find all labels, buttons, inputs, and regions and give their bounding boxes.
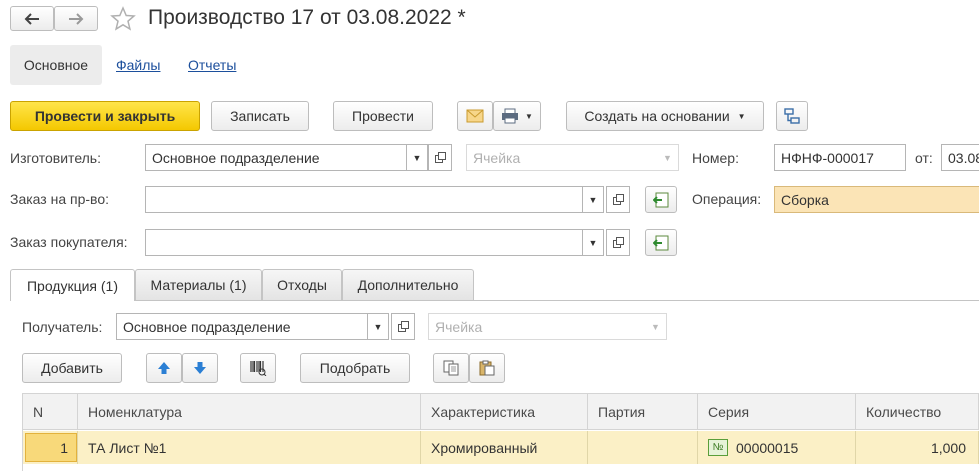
recipient-cell-field: Ячейка [428,313,646,340]
customer-order-field[interactable] [145,229,583,256]
tab-panel-border [10,300,979,301]
recipient-dropdown[interactable]: ▼ [367,313,389,340]
copy-icon [443,360,459,376]
cell-field: Ячейка [466,144,658,171]
series-value: 00000015 [736,439,799,456]
table-row-cell-nomenclature[interactable]: ТА Лист №1 [78,431,421,464]
manufacturer-field[interactable]: Основное подразделение [145,144,407,171]
table-row-cell-n[interactable]: 1 [23,431,78,464]
envelope-icon [466,109,484,123]
chevron-down-icon: ▼ [525,111,533,121]
post-and-close-button[interactable]: Провести и закрыть [10,101,200,131]
barcode-icon [250,361,267,376]
operation-field[interactable]: Сборка [774,186,979,213]
manufacturer-open-button[interactable] [428,144,452,171]
post-button[interactable]: Провести [333,101,433,131]
recipient-label: Получатель: [22,319,103,335]
print-button[interactable]: ▼ [493,101,541,131]
structure-icon [784,108,800,124]
page-title: Производство 17 от 03.08.2022 * [148,6,466,29]
fill-from-order-button[interactable] [645,186,677,213]
cell-dropdown: ▼ [657,144,679,171]
table-row-cell-quantity[interactable]: 1,000 [856,431,979,464]
open-form-icon [397,321,409,332]
back-button[interactable] [10,6,54,31]
nav-tab-files[interactable]: Файлы [116,57,160,73]
fill-from-icon [653,192,669,207]
tab-products[interactable]: Продукция (1) [10,269,135,301]
structure-button[interactable] [776,101,808,131]
chevron-down-icon: ▼ [737,111,746,121]
recipient-cell-dropdown: ▼ [645,313,667,340]
quantity-value: 1,000 [930,439,966,456]
nav-tab-reports[interactable]: Отчеты [188,57,236,73]
email-button[interactable] [457,101,493,131]
operation-label: Операция: [692,191,762,207]
tab-materials[interactable]: Материалы (1) [135,269,262,300]
series-number-icon: № [708,439,728,456]
recipient-field[interactable]: Основное подразделение [116,313,368,340]
number-label: Номер: [692,150,739,166]
arrow-left-icon [24,12,39,25]
production-order-field[interactable] [145,186,583,213]
column-header-nomenclature[interactable]: Номенклатура [78,393,421,430]
arrow-right-icon [69,12,84,25]
table-row-cell-series[interactable]: № 00000015 [698,431,856,464]
customer-order-dropdown[interactable]: ▼ [582,229,604,256]
production-order-dropdown[interactable]: ▼ [582,186,604,213]
favorite-star-icon[interactable] [110,6,136,35]
row-number: 1 [60,439,68,456]
save-button[interactable]: Записать [211,101,309,131]
manufacturer-label: Изготовитель: [10,150,101,166]
paste-icon [479,360,495,376]
open-form-icon [434,152,446,163]
move-down-button[interactable] [182,353,218,383]
nav-tab-main-label: Основное [23,57,89,73]
production-order-label: Заказ на пр-во: [10,191,110,207]
table-row-cell-characteristic[interactable]: Хромированный [421,431,588,464]
barcode-button[interactable] [240,353,276,383]
column-header-quantity[interactable]: Количество [856,393,979,430]
nav-tab-main[interactable]: Основное [10,45,102,85]
column-header-series[interactable]: Серия [698,393,856,430]
column-header-n[interactable]: N [23,393,78,430]
move-up-button[interactable] [146,353,182,383]
customer-order-label: Заказ покупателя: [10,234,128,250]
fill-from-customer-order-button[interactable] [645,229,677,256]
paste-button[interactable] [469,353,505,383]
create-based-on-label: Создать на основании [584,108,730,124]
forward-button[interactable] [54,6,98,31]
arrow-up-icon [158,362,170,374]
column-header-batch[interactable]: Партия [588,393,698,430]
printer-icon [502,108,519,124]
tab-additional[interactable]: Дополнительно [342,269,474,300]
add-button[interactable]: Добавить [22,353,122,383]
open-form-icon [612,237,624,248]
table-row-cell-batch[interactable] [588,431,698,464]
number-field[interactable]: НФНФ-000017 [774,144,906,171]
arrow-down-icon [194,362,206,374]
date-field[interactable]: 03.08 [941,144,979,171]
column-header-characteristic[interactable]: Характеристика [421,393,588,430]
customer-order-open-button[interactable] [606,229,630,256]
open-form-icon [612,194,624,205]
create-based-on-button[interactable]: Создать на основании ▼ [566,101,764,131]
pick-button[interactable]: Подобрать [300,353,410,383]
production-order-open-button[interactable] [606,186,630,213]
manufacturer-dropdown[interactable]: ▼ [406,144,428,171]
tab-waste[interactable]: Отходы [262,269,342,300]
copy-button[interactable] [433,353,469,383]
date-label: от: [915,150,933,166]
fill-from-icon [653,235,669,250]
recipient-open-button[interactable] [391,313,415,340]
